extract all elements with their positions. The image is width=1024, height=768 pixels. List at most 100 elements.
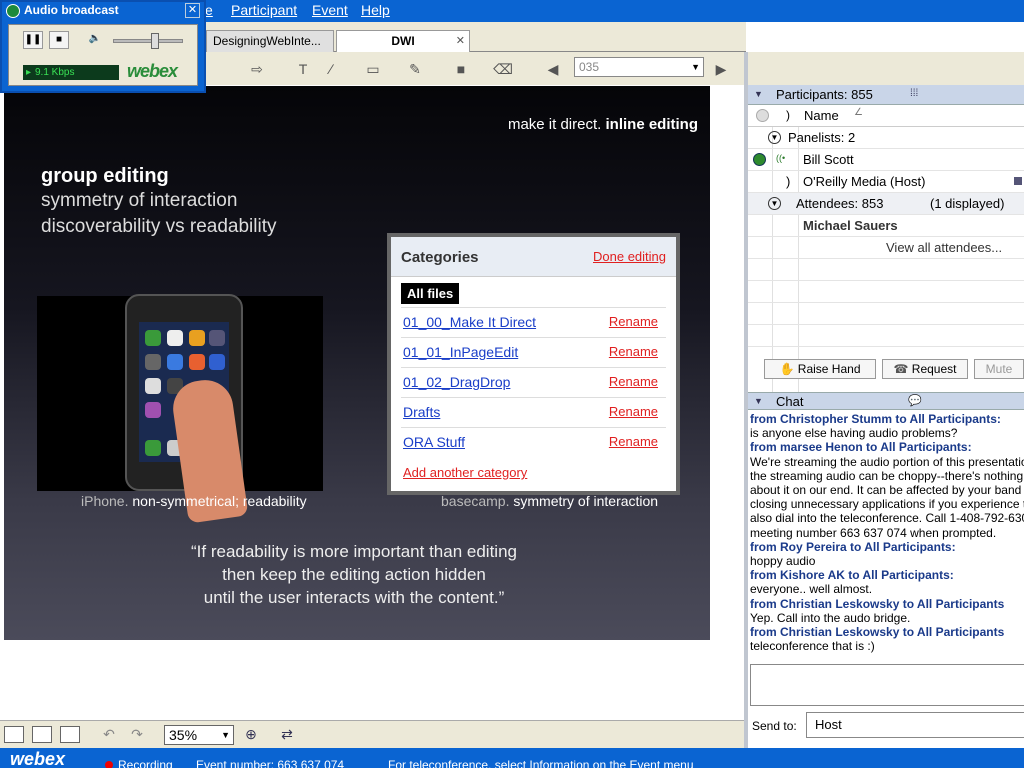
chat-history[interactable]: from Christopher Stumm to All Participan… [750,412,1024,662]
participant-row[interactable]: ((• Bill Scott [748,149,1024,171]
line-tool-icon[interactable]: ∕ [320,59,342,79]
stop-icon[interactable]: ■ [49,31,69,49]
categories-panel: Categories Done editing All files 01_00_… [387,233,680,495]
tab-designingwebinte[interactable]: DesigningWebInte... [206,30,334,52]
rectangle-tool-icon[interactable]: ▭ [362,59,384,79]
name-column-header[interactable]: Name [804,108,839,123]
chat-message-line: hoppy audio [750,554,816,569]
participant-name: Bill Scott [803,152,854,167]
empty-row [748,303,1024,325]
empty-row [748,259,1024,281]
rename-link: Rename [608,374,658,389]
zoom-select[interactable]: 35% ▼ [164,725,234,745]
chat-message-line: meeting number 663 637 074 when prompted… [750,525,997,540]
participants-chat-panel: ▼ Participants: 855 ⁞⁞⁞ ) Name ∠ ▼ Panel… [748,52,1024,748]
chevron-down-icon: ▼ [691,62,700,72]
tab-dwi[interactable]: DWI ✕ [336,30,470,52]
zoom-icon[interactable]: ⊕ [240,724,262,744]
chat-message-line: Yep. Call into the audo bridge. [750,610,911,625]
expand-icon[interactable]: ▼ [768,197,781,210]
panel-toolbar [748,52,1024,85]
sync-display-icon[interactable]: ⇄ [276,724,298,744]
event-number: Event number: 663 637 074 [196,758,345,768]
raise-hand-button[interactable]: ✋ Raise Hand [764,359,876,379]
chat-title: Chat [776,394,804,409]
rotate-right-icon[interactable]: ↷ [126,724,148,744]
rename-link: Rename [608,434,658,449]
category-link: 01_01_InPageEdit [403,344,519,360]
audio-app-icon [6,4,20,18]
panelists-group-row[interactable]: ▼ Panelists: 2 [748,127,1024,149]
sort-icon: ∠ [854,107,863,118]
text-tool-icon[interactable]: T [292,59,314,79]
single-view-icon[interactable] [4,726,24,743]
status-bar: webex Recording Event number: 663 637 07… [0,748,1024,768]
grid-options-icon[interactable]: ⁞⁞⁞ [910,88,918,99]
view-toolbar: ↶ ↷ 35% ▼ ⊕ ⇄ [0,720,746,748]
rename-link: Rename [608,404,658,419]
menu-event[interactable]: Event [312,2,348,18]
category-link: Drafts [403,404,441,420]
previous-page-icon[interactable]: ◀ [542,59,564,79]
pause-icon[interactable]: ❚❚ [23,31,43,49]
mute-button[interactable]: Mute [974,359,1024,379]
category-row: 01_00_Make It Direct Rename [401,307,666,337]
eraser-tool-icon[interactable]: ⌫ [492,59,514,79]
mute-label: Mute [985,362,1013,376]
view-all-attendees-row[interactable]: View all attendees... [748,237,1024,259]
slide-line-2: discoverability vs readability [41,216,277,237]
split-view-icon[interactable] [32,726,52,743]
chat-bubble-icon: 💬 [908,395,922,407]
categories-title: Categories [401,249,479,266]
highlighter-tool-icon[interactable]: ✎ [404,59,426,79]
phone-icon: ☎ [893,362,909,376]
chat-sender-line: from Christopher Stumm to All Participan… [750,412,1001,426]
chat-sender-line: from Christian Leskowsky to All Particip… [750,625,1005,640]
collapse-icon[interactable]: ▼ [754,396,763,406]
audio-broadcast-window: Audio broadcast ✕ ❚❚ ■ 🔈 ▸ 9.1 Kbps webe… [0,0,206,93]
page-number-select[interactable]: 035 ▼ [574,57,704,77]
full-screen-icon[interactable] [60,726,80,743]
close-icon[interactable]: ✕ [185,3,200,18]
menu-edit[interactable]: e [205,2,213,18]
recording-status: Recording [118,758,173,768]
next-page-icon[interactable]: ▶ [710,59,732,79]
pointer-tool-icon[interactable]: ⇨ [246,59,268,79]
send-to-select[interactable]: Host [806,712,1024,738]
volume-slider[interactable] [113,39,183,43]
menu-help[interactable]: Help [361,2,390,18]
request-button[interactable]: ☎ Request [882,359,968,379]
participants-header: ▼ Participants: 855 ⁞⁞⁞ [748,85,1024,105]
caption-iphone-plain: iPhone. [81,493,129,509]
rotate-left-icon[interactable]: ↶ [98,724,120,744]
chat-message-input[interactable] [750,664,1024,706]
recording-icon [105,761,113,768]
participant-row[interactable]: Michael Sauers [748,215,1024,237]
expand-icon[interactable]: ▼ [768,131,781,144]
chat-sender-line: from Christian Leskowsky to All Particip… [750,596,1005,611]
presentation-slide: make it direct. inline editing group edi… [4,86,710,640]
speaking-icon: ((• [776,153,786,163]
collapse-icon[interactable]: ▼ [754,89,763,99]
webex-logo: webex [127,61,178,81]
category-link: 01_02_DragDrop [403,374,511,390]
color-picker-icon[interactable]: ■ [450,59,472,79]
quote-line-1: “If readability is more important than e… [191,542,517,561]
tab-label: DWI [391,34,415,48]
volume-slider-handle[interactable] [151,33,159,49]
attendees-displayed: (1 displayed) [930,196,1005,211]
menu-participant[interactable]: Participant [231,2,297,18]
hand-icon: ✋ [779,362,795,376]
chevron-down-icon: ▼ [221,730,230,740]
category-row: ORA Stuff Rename [401,427,666,457]
chat-sender-line: from Roy Pereira to All Participants: [750,539,956,554]
category-link: ORA Stuff [403,434,465,450]
chat-header: ▼ Chat 💬 [748,392,1024,410]
speaker-icon[interactable]: 🔈 [85,31,105,49]
close-icon[interactable]: ✕ [456,31,465,51]
quote-line-2: then keep the editing action hidden [222,565,486,584]
attendees-group-row[interactable]: ▼ Attendees: 853 (1 displayed) [748,193,1024,215]
chat-message-line: is anyone else having audio problems? [750,426,958,441]
participant-row[interactable]: ) O'Reilly Media (Host) [748,171,1024,193]
view-all-attendees-link[interactable]: View all attendees... [886,240,1002,255]
